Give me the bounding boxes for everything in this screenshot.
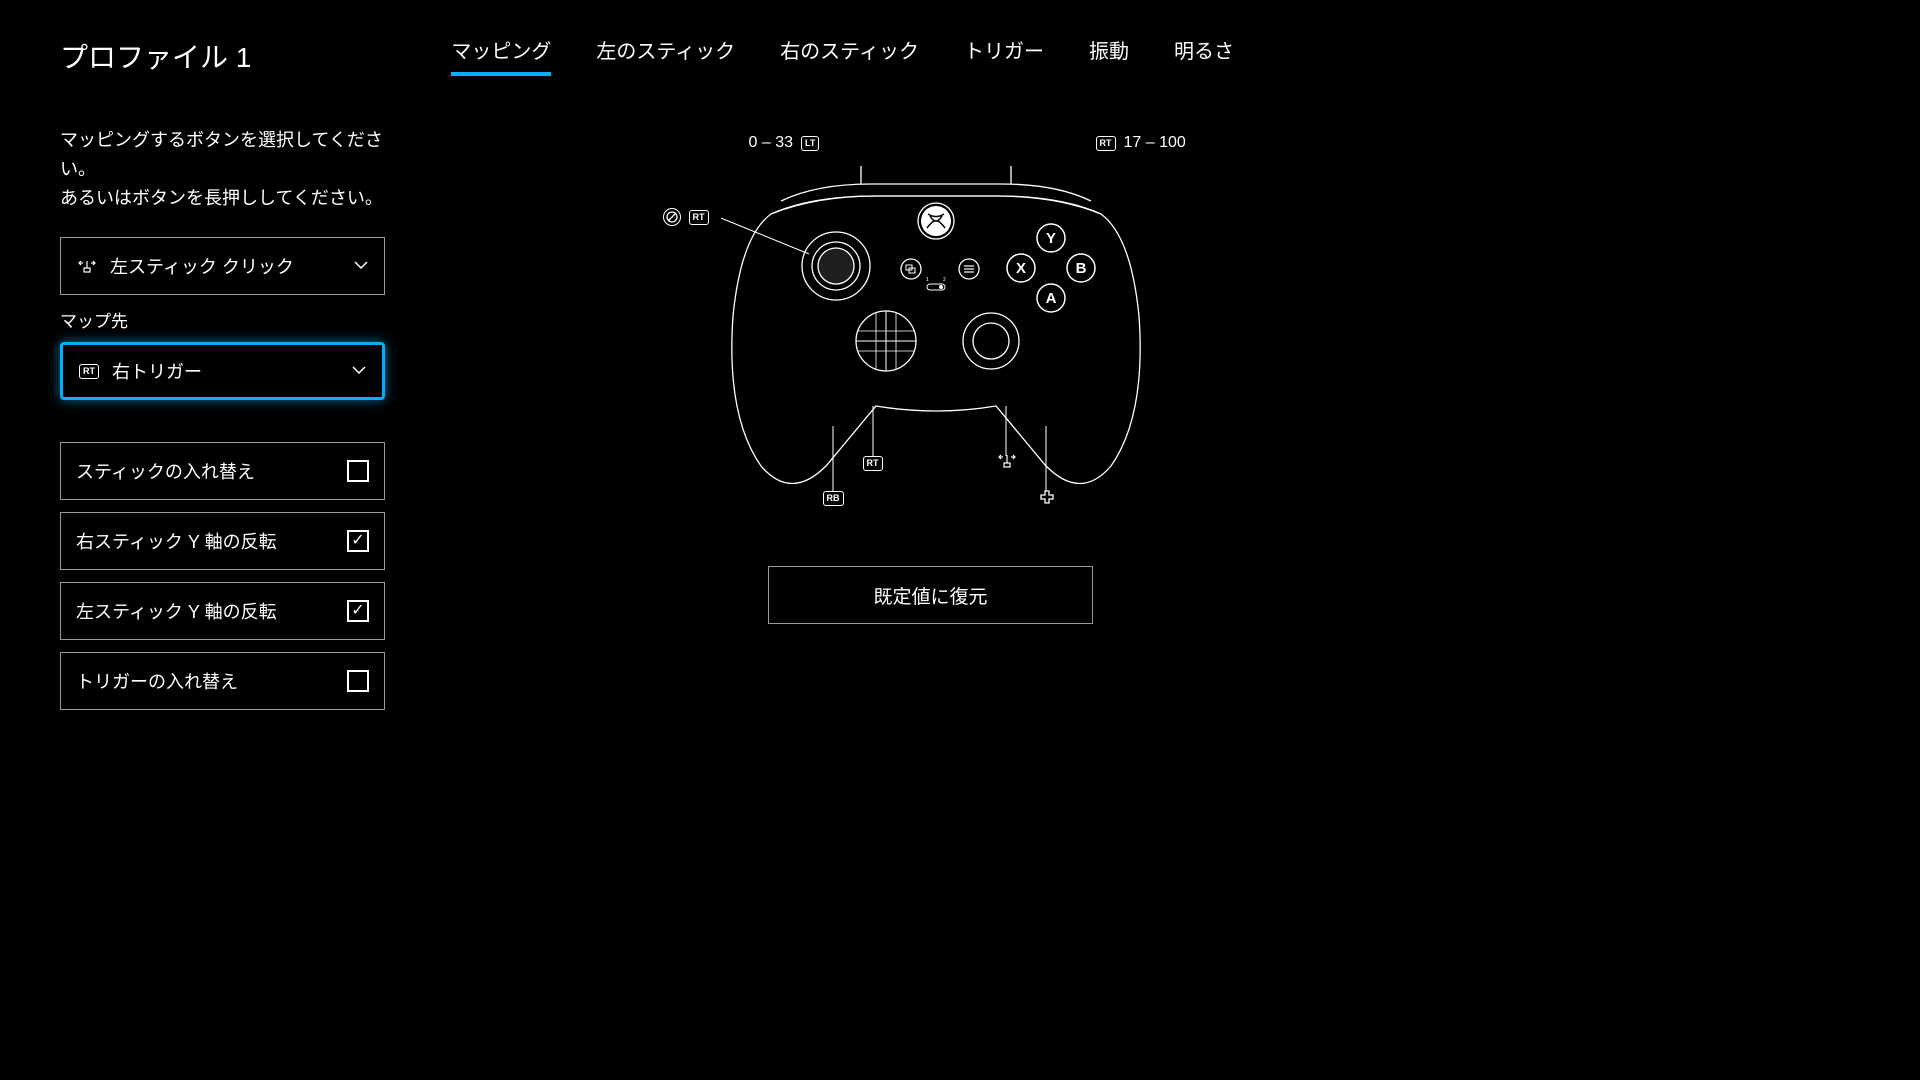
checkbox-label: トリガーの入れ替え xyxy=(76,668,238,694)
checkbox-icon xyxy=(347,600,369,622)
svg-text:A: A xyxy=(1045,290,1056,307)
controller-diagram-panel: 0 – 33 LT RT 17 – 100 RT xyxy=(465,126,1396,722)
mapping-panel: マッピングするボタンを選択してください。 あるいはボタンを長押ししてください。 … xyxy=(60,126,385,722)
source-button-select[interactable]: 左スティック クリック xyxy=(60,237,385,295)
tab-mapping[interactable]: マッピング xyxy=(451,35,551,76)
target-button-select[interactable]: RT 右トリガー xyxy=(60,342,385,400)
circle-slash-icon xyxy=(663,208,681,226)
svg-text:Y: Y xyxy=(1045,230,1055,247)
target-button-label: 右トリガー xyxy=(112,358,351,384)
rt-badge-icon: RT xyxy=(689,210,709,225)
left-stick-click-icon xyxy=(76,258,98,274)
tab-bar: マッピング 左のスティック 右のスティック トリガー 振動 明るさ xyxy=(451,35,1234,76)
lt-range-text: 0 – 33 xyxy=(749,134,793,152)
left-stick-callout: RT xyxy=(663,208,709,226)
rt-icon: RT xyxy=(78,364,100,379)
svg-text:B: B xyxy=(1075,260,1086,277)
checkbox-swap-sticks[interactable]: スティックの入れ替え xyxy=(60,442,385,500)
map-to-heading: マップ先 xyxy=(60,307,385,332)
checkbox-icon xyxy=(347,530,369,552)
lt-range-callout: 0 – 33 LT xyxy=(749,134,820,152)
svg-text:2: 2 xyxy=(943,277,946,283)
tab-vibration[interactable]: 振動 xyxy=(1089,35,1129,76)
checkbox-icon xyxy=(347,460,369,482)
reset-defaults-button[interactable]: 既定値に復元 xyxy=(768,566,1093,624)
paddle-bottom-right-icon xyxy=(1039,489,1055,505)
checkbox-swap-triggers[interactable]: トリガーの入れ替え xyxy=(60,652,385,710)
controller-outline-icon: 1 2 Y X B A xyxy=(721,166,1151,506)
checkbox-label: 左スティック Y 軸の反転 xyxy=(76,598,277,624)
page-title: プロファイル 1 xyxy=(60,36,251,76)
svg-text:1: 1 xyxy=(926,277,929,283)
checkbox-icon xyxy=(347,670,369,692)
chevron-down-icon xyxy=(351,362,367,380)
checkbox-invert-left-y[interactable]: 左スティック Y 軸の反転 xyxy=(60,582,385,640)
paddle-top-left-icon: RT xyxy=(863,456,883,471)
instructions-text: マッピングするボタンを選択してください。 あるいはボタンを長押ししてください。 xyxy=(60,126,385,212)
chevron-down-icon xyxy=(353,257,369,275)
source-button-label: 左スティック クリック xyxy=(110,253,353,279)
tab-left-stick[interactable]: 左のスティック xyxy=(596,35,735,76)
rt-badge-icon: RT xyxy=(1096,136,1116,151)
rt-range-callout: RT 17 – 100 xyxy=(1096,134,1186,152)
checkbox-label: スティックの入れ替え xyxy=(76,458,255,484)
tab-right-stick[interactable]: 右のスティック xyxy=(780,35,919,76)
paddle-bottom-left-icon: RB xyxy=(823,491,844,506)
tab-brightness[interactable]: 明るさ xyxy=(1174,35,1234,76)
checkbox-label: 右スティック Y 軸の反転 xyxy=(76,528,277,554)
rt-range-text: 17 – 100 xyxy=(1124,134,1186,152)
checkbox-invert-right-y[interactable]: 右スティック Y 軸の反転 xyxy=(60,512,385,570)
svg-text:X: X xyxy=(1015,260,1025,277)
lt-badge-icon: LT xyxy=(801,136,819,151)
tab-triggers[interactable]: トリガー xyxy=(964,35,1044,76)
paddle-top-right-icon xyxy=(997,451,1017,469)
